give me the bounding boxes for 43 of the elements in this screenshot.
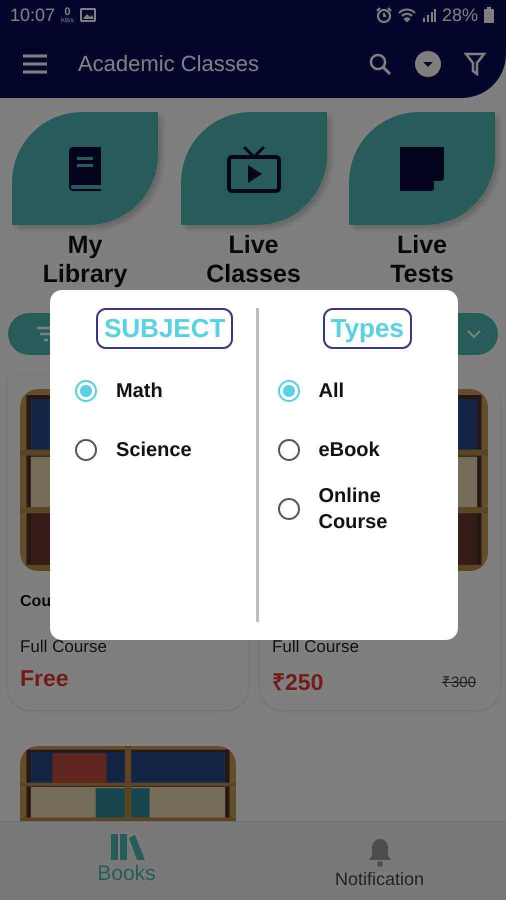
shortcut-tile[interactable] xyxy=(12,112,158,225)
course-title: Cou xyxy=(20,593,52,610)
shortcut-label: Live Classes xyxy=(205,231,302,289)
option-label[interactable]: Online Course xyxy=(318,482,418,534)
battery-level: 28% xyxy=(442,4,478,26)
search-icon[interactable] xyxy=(368,52,392,76)
alarm-icon xyxy=(376,7,392,23)
chevron-icon xyxy=(466,329,482,339)
original-price: ₹300 xyxy=(442,673,476,691)
radio-button[interactable] xyxy=(276,438,300,462)
signal-icon xyxy=(422,8,436,22)
course-type: Full Course xyxy=(272,637,360,657)
books-icon xyxy=(108,832,144,860)
section-heading: Types xyxy=(322,308,412,349)
shortcut-label: My Library xyxy=(42,231,128,289)
app-title: Academic Classes xyxy=(78,51,260,77)
shortcut-tile[interactable] xyxy=(180,112,326,225)
radio-button[interactable] xyxy=(74,378,98,402)
option-label[interactable]: Math xyxy=(116,378,216,404)
section-heading: SUBJECT xyxy=(96,308,234,349)
option-label[interactable]: Science xyxy=(116,436,216,462)
filter-icon[interactable] xyxy=(464,52,486,76)
shortcut-tile[interactable] xyxy=(349,112,495,225)
radio-button[interactable] xyxy=(74,438,98,462)
note-icon xyxy=(398,144,446,192)
radio-button[interactable] xyxy=(276,496,300,520)
dropdown-icon[interactable] xyxy=(414,50,442,78)
course-type: Full Course xyxy=(20,637,108,657)
radio-button[interactable] xyxy=(276,378,300,402)
battery-icon xyxy=(484,7,494,23)
course-price: ₹250 xyxy=(272,668,324,697)
bell-icon xyxy=(366,837,392,867)
wifi-icon xyxy=(398,8,416,22)
nav-tab[interactable]: Notification xyxy=(253,822,506,900)
course-price: Free xyxy=(20,665,69,692)
tv-play-icon xyxy=(226,144,282,192)
shortcut-label: Live Tests xyxy=(389,231,455,289)
speed-value: 0 xyxy=(64,6,70,18)
option-label[interactable]: All xyxy=(318,378,418,404)
option-label[interactable]: eBook xyxy=(318,436,418,462)
image-icon xyxy=(80,8,96,22)
menu-icon[interactable] xyxy=(22,54,48,74)
clock: 10:07 xyxy=(10,4,56,26)
